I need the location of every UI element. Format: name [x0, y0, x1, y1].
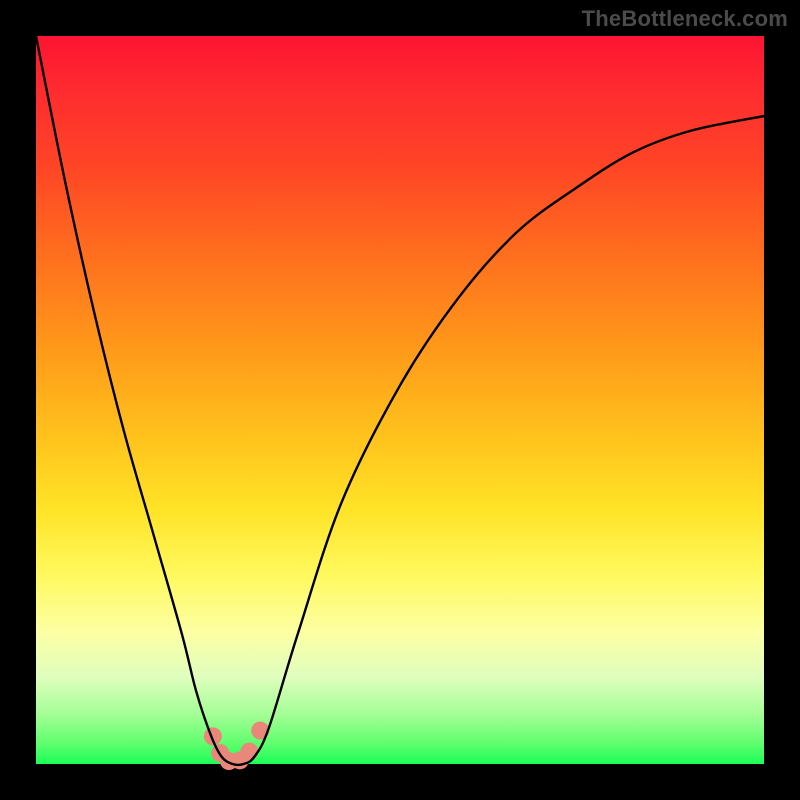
plot-area	[36, 36, 764, 764]
curve-svg	[36, 36, 764, 764]
watermark-text: TheBottleneck.com	[582, 6, 788, 32]
highlight-dot	[240, 743, 258, 761]
chart-container: TheBottleneck.com	[0, 0, 800, 800]
bottleneck-curve	[36, 36, 764, 765]
marker-group	[204, 722, 269, 771]
